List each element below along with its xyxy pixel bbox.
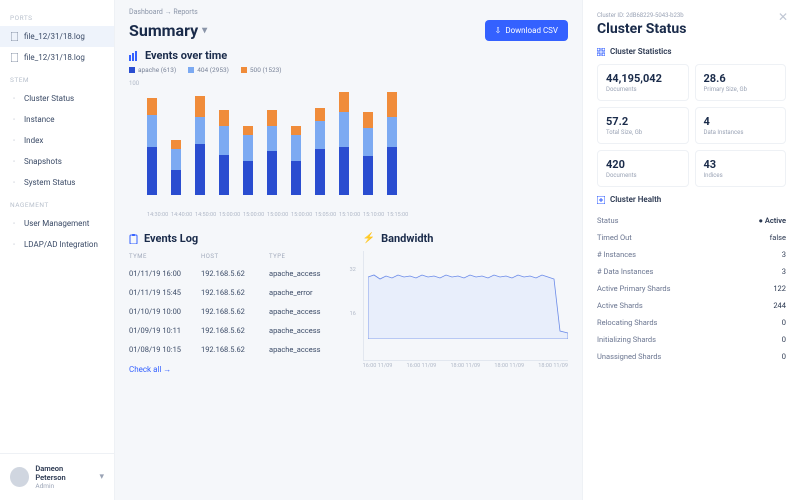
table-row[interactable]: 01/11/19 15:45192.168.5.62apache_error: [129, 283, 345, 302]
sidebar: PORTS file_12/31/18.logfile_12/31/18.log…: [0, 0, 115, 500]
stat-card: 43Indices: [695, 150, 787, 187]
bar-column: [315, 108, 325, 195]
bolt-icon: ⚡: [363, 233, 375, 244]
health-row: Timed Outfalse: [597, 229, 786, 246]
stat-card: 4Data Instances: [695, 107, 787, 144]
health-row: Status● Active: [597, 212, 786, 229]
health-row: # Instances3: [597, 246, 786, 263]
events-over-time-title: Events over time: [129, 49, 568, 62]
sidebar-section-reports: PORTS: [0, 6, 114, 26]
sidebar-item[interactable]: ·Index: [0, 130, 114, 151]
sidebar-item[interactable]: ·Cluster Status: [0, 88, 114, 109]
plus-square-icon: [597, 196, 605, 204]
health-row: Active Shards244: [597, 297, 786, 314]
breadcrumb[interactable]: Dashboard → Reports: [129, 8, 568, 16]
legend-swatch: [241, 67, 247, 73]
events-chart: 100: [129, 80, 568, 210]
bar-column: [339, 92, 349, 195]
user-role: Admin: [35, 482, 93, 490]
close-icon[interactable]: ✕: [778, 10, 788, 24]
health-row: # Data Instances3: [597, 263, 786, 280]
dot-icon: ·: [10, 95, 18, 103]
chevron-down-icon: ▾: [202, 25, 207, 36]
file-icon: [10, 54, 18, 62]
bar-column: [171, 140, 181, 195]
dot-icon: ·: [10, 158, 18, 166]
sidebar-item[interactable]: ·Snapshots: [0, 151, 114, 172]
table-row[interactable]: 01/09/19 10:11192.168.5.62apache_access: [129, 321, 345, 340]
stat-card: 28.6Primary Size, Gb: [695, 64, 787, 101]
bar-column: [147, 98, 157, 195]
health-row: Initializing Shards0: [597, 331, 786, 348]
page-title[interactable]: Summary ▾: [129, 21, 207, 40]
file-icon: [10, 33, 18, 41]
download-icon: ⇩: [495, 26, 502, 35]
clipboard-icon: [129, 234, 138, 244]
sidebar-item[interactable]: file_12/31/18.log: [0, 26, 114, 47]
table-header: TYME HOST TYPE: [129, 249, 345, 264]
stat-card: 57.2Total Size, Gb: [597, 107, 689, 144]
check-all-link[interactable]: Check all →: [129, 365, 345, 374]
dot-icon: ·: [10, 241, 18, 249]
x-axis-labels: 14:30:0014:40:0014:50:0015:00:0015:00:00…: [129, 212, 568, 218]
sidebar-user[interactable]: Dameon Peterson Admin ▾: [0, 453, 114, 500]
cluster-id: Cluster ID: 2dB68229-5043-b23b: [597, 12, 786, 19]
bandwidth-chart: 32 16: [363, 251, 568, 361]
health-row: Unassigned Shards0: [597, 348, 786, 365]
legend-swatch: [129, 67, 135, 73]
table-row[interactable]: 01/08/19 10:15192.168.5.62apache_access: [129, 340, 345, 359]
sidebar-section-system: STEM: [0, 68, 114, 88]
sidebar-item[interactable]: ·System Status: [0, 172, 114, 193]
sidebar-section-management: NAGEMENT: [0, 193, 114, 213]
bar-column: [267, 110, 277, 195]
dot-icon: ·: [10, 116, 18, 124]
events-log: Events Log TYME HOST TYPE 01/11/19 16:00…: [129, 232, 345, 374]
main-content: Dashboard → Reports Summary ▾ ⇩ Download…: [115, 0, 582, 500]
cluster-statistics-heading: Cluster Statistics: [597, 47, 786, 56]
bandwidth-card: ⚡ Bandwidth 32 16 16:00 11/0916:00 11/09…: [363, 232, 568, 374]
chevron-down-icon: ▾: [99, 472, 104, 482]
dot-icon: ·: [10, 179, 18, 187]
bar-chart-icon: [129, 51, 139, 61]
chart-legend: apache (613)404 (2953)500 (1523): [129, 66, 568, 74]
download-csv-button[interactable]: ⇩ Download CSV: [485, 20, 568, 41]
health-row: Relocating Shards0: [597, 314, 786, 331]
sidebar-item[interactable]: ·Instance: [0, 109, 114, 130]
stat-card: 44,195,042Documents: [597, 64, 689, 101]
bar-column: [291, 126, 301, 195]
sidebar-item[interactable]: file_12/31/18.log: [0, 47, 114, 68]
panel-title: Cluster Status: [597, 21, 786, 37]
table-row[interactable]: 01/10/19 10:00192.168.5.62apache_access: [129, 302, 345, 321]
sidebar-item[interactable]: ·User Management: [0, 213, 114, 234]
legend-swatch: [188, 67, 194, 73]
avatar: [10, 467, 29, 487]
grid-icon: [597, 48, 605, 56]
cluster-health-heading: Cluster Health: [597, 195, 786, 204]
dot-icon: ·: [10, 220, 18, 228]
health-row: Active Primary Shards122: [597, 280, 786, 297]
bandwidth-x-labels: 16:00 11/0916:00 11/0918:00 11/0918:00 1…: [363, 363, 568, 369]
bar-column: [387, 92, 397, 195]
user-name: Dameon Peterson: [35, 464, 93, 482]
bar-column: [243, 126, 253, 195]
bar-column: [363, 112, 373, 195]
dot-icon: ·: [10, 137, 18, 145]
y-axis-label: 100: [129, 80, 139, 87]
cluster-status-panel: ✕ Cluster ID: 2dB68229-5043-b23b Cluster…: [582, 0, 800, 500]
sidebar-item[interactable]: ·LDAP/AD Integration: [0, 234, 114, 255]
stat-card: 420Documents: [597, 150, 689, 187]
bar-column: [195, 96, 205, 195]
bar-column: [219, 110, 229, 195]
table-row[interactable]: 01/11/19 16:00192.168.5.62apache_access: [129, 264, 345, 283]
